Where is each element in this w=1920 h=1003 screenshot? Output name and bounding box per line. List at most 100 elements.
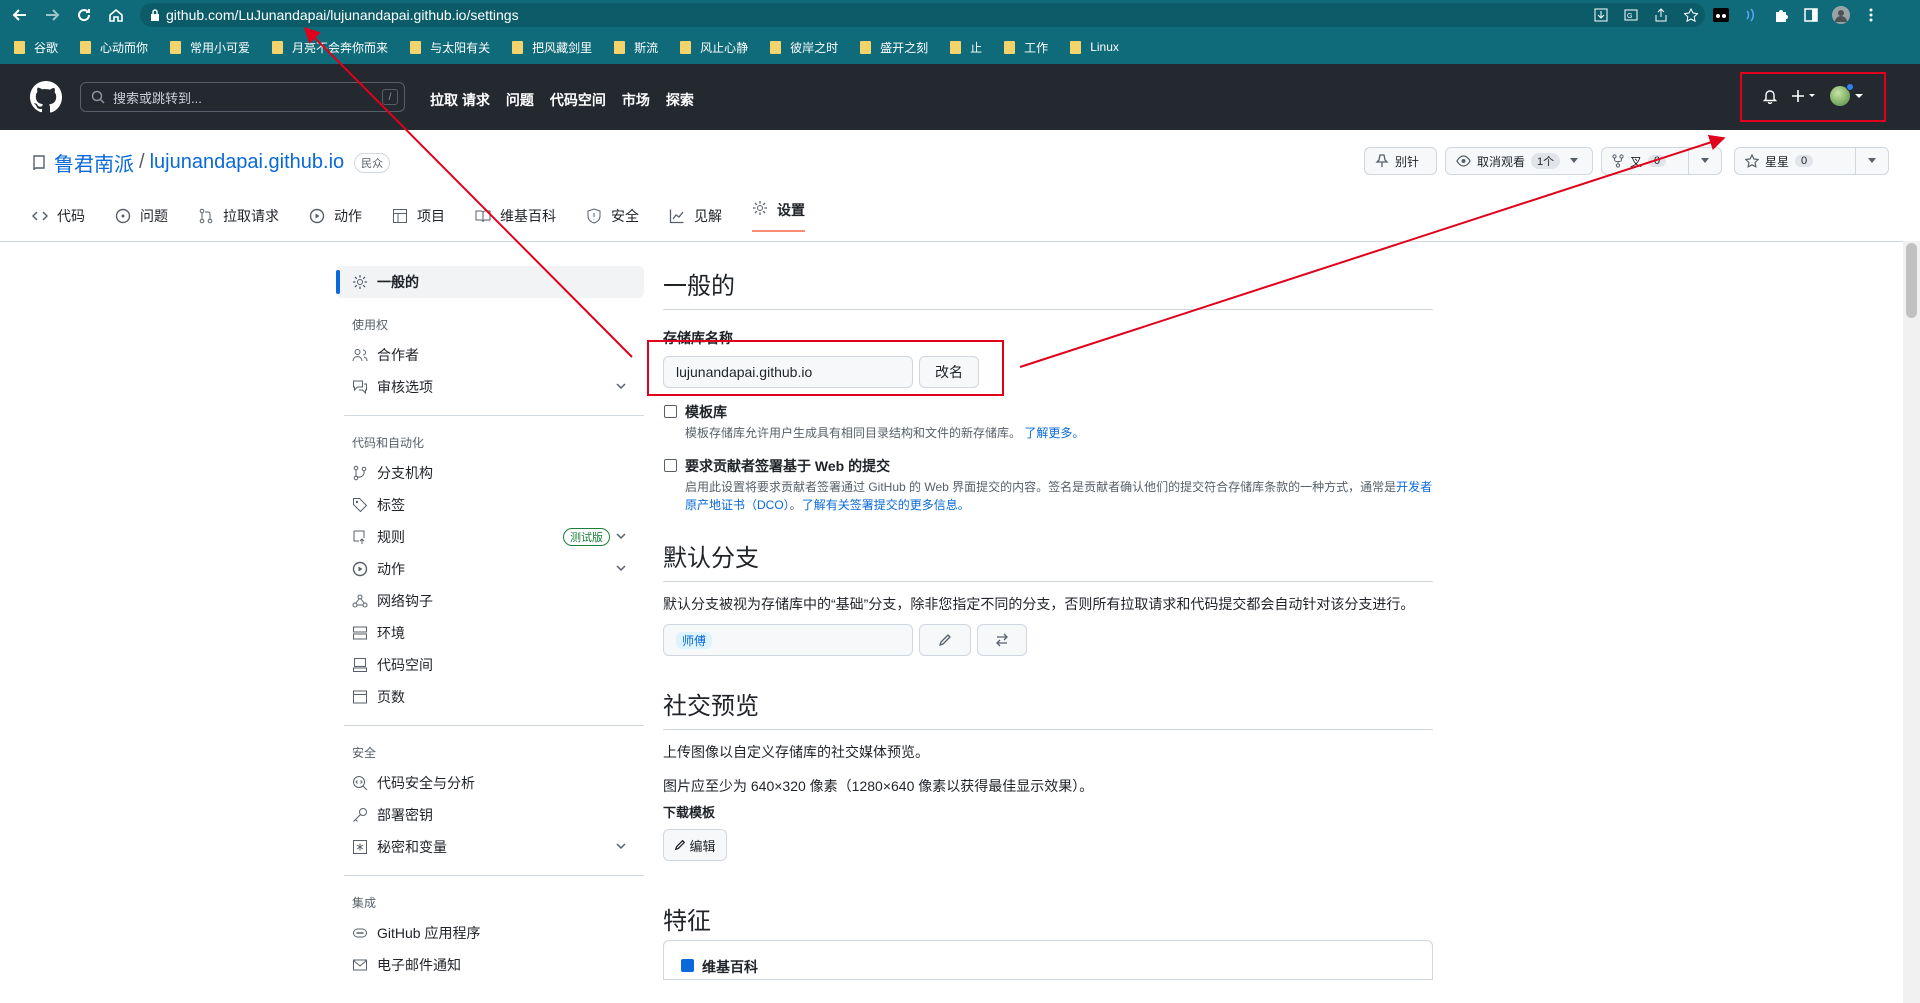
star-dropdown[interactable] bbox=[1855, 147, 1889, 175]
tab-code[interactable]: 代码 bbox=[32, 200, 85, 232]
lock-icon bbox=[150, 9, 160, 21]
bookmark-folder[interactable]: 与太阳有关 bbox=[410, 39, 490, 56]
sidebar-item-github-apps[interactable]: GitHub 应用程序 bbox=[336, 917, 644, 949]
tab-wiki[interactable]: 维基百科 bbox=[475, 200, 556, 232]
bookmark-folder[interactable]: 把风藏剑里 bbox=[512, 39, 592, 56]
star-button[interactable]: 星星 0 bbox=[1734, 147, 1856, 175]
bookmark-folder[interactable]: 彼岸之时 bbox=[770, 39, 838, 56]
watch-button-wrap: 取消观看 1个 bbox=[1445, 147, 1593, 175]
tab-security[interactable]: 安全 bbox=[586, 200, 639, 232]
forward-icon[interactable] bbox=[40, 3, 64, 27]
sidebar-item-moderation[interactable]: 审核选项 bbox=[336, 371, 644, 403]
fork-dropdown[interactable] bbox=[1688, 147, 1722, 175]
repo-separator: / bbox=[139, 151, 145, 173]
bookmark-star-icon[interactable] bbox=[1682, 6, 1700, 24]
sidebar-item-general[interactable]: 一般的 bbox=[336, 266, 644, 298]
chevron-down-icon bbox=[1570, 158, 1579, 164]
default-branch-title: 默认分支 bbox=[663, 538, 1433, 582]
branch-name: 师傅 bbox=[676, 631, 713, 649]
fork-button[interactable]: 叉 0 bbox=[1601, 147, 1689, 175]
repo-owner-link[interactable]: 鲁君南派 bbox=[54, 148, 134, 177]
puzzle-icon[interactable] bbox=[1772, 6, 1790, 24]
tag-icon bbox=[353, 498, 368, 513]
search-icon bbox=[91, 90, 105, 104]
reload-icon[interactable] bbox=[72, 3, 96, 27]
chevron-down-icon bbox=[1701, 158, 1709, 164]
book-icon bbox=[475, 210, 491, 223]
home-icon[interactable] bbox=[104, 3, 128, 27]
bookmark-folder[interactable]: 风止心静 bbox=[680, 39, 748, 56]
tab-settings[interactable]: 设置 bbox=[752, 192, 805, 232]
people-icon bbox=[352, 349, 368, 362]
menu-icon[interactable] bbox=[1862, 6, 1880, 24]
bookmark-folder[interactable]: 月亮不会奔你而来 bbox=[272, 39, 388, 56]
template-checkbox[interactable] bbox=[664, 405, 677, 418]
tab-pull-requests[interactable]: 拉取请求 bbox=[198, 200, 279, 232]
unwatch-button[interactable]: 取消观看 1个 bbox=[1445, 147, 1593, 175]
sidebar-item-secrets[interactable]: 秘密和变量 bbox=[336, 831, 644, 863]
edit-social-button[interactable]: 编辑 bbox=[663, 829, 727, 861]
profile-icon[interactable] bbox=[1832, 6, 1850, 24]
star-icon bbox=[1745, 154, 1759, 168]
sidebar-item-codespaces[interactable]: 代码空间 bbox=[336, 649, 644, 681]
learn-more-link[interactable]: 了解更多。 bbox=[1024, 426, 1084, 440]
bookmark-folder[interactable]: 心动而你 bbox=[80, 39, 148, 56]
switch-branch-button[interactable] bbox=[977, 624, 1027, 656]
general-title: 一般的 bbox=[663, 266, 1433, 310]
download-template-link[interactable]: 下载模板 bbox=[663, 802, 1433, 821]
install-icon[interactable] bbox=[1592, 6, 1610, 24]
sidebar-item-actions[interactable]: 动作 bbox=[336, 553, 644, 585]
bookmark-folder[interactable]: 常用小可爱 bbox=[170, 39, 250, 56]
fork-button-wrap: 叉 0 bbox=[1601, 147, 1722, 175]
nav-codespaces[interactable]: 代码空间 bbox=[550, 90, 606, 110]
tab-projects[interactable]: 项目 bbox=[392, 200, 445, 232]
tab-issues[interactable]: 问题 bbox=[115, 200, 168, 232]
nav-marketplace[interactable]: 市场 bbox=[622, 90, 650, 110]
repo-name-link[interactable]: lujunandapai.github.io bbox=[150, 151, 345, 174]
sidebar-item-tags[interactable]: 标签 bbox=[336, 489, 644, 521]
sidebar-item-email-notifications[interactable]: 电子邮件通知 bbox=[336, 949, 644, 981]
share-icon[interactable] bbox=[1652, 6, 1670, 24]
extension-wave-icon[interactable] bbox=[1742, 6, 1760, 24]
signoff-checkbox[interactable] bbox=[664, 459, 677, 472]
bookmark-folder[interactable]: 盛开之刻 bbox=[860, 39, 928, 56]
pin-icon bbox=[1375, 154, 1389, 168]
sidebar-heading: 安全 bbox=[352, 746, 377, 760]
sidebar-item-webhooks[interactable]: 网络钩子 bbox=[336, 585, 644, 617]
translate-icon[interactable]: G bbox=[1622, 6, 1640, 24]
nav-pull-requests[interactable]: 拉取 请求 bbox=[430, 90, 490, 110]
sidebar-item-environments[interactable]: 环境 bbox=[336, 617, 644, 649]
sidebar-item-rules[interactable]: 规则 测试版 bbox=[336, 521, 644, 553]
signoff-learn-link[interactable]: 了解有关签署提交的更多信息。 bbox=[802, 498, 970, 512]
bookmark-folder[interactable]: 谷歌 bbox=[14, 39, 58, 56]
sidebar-item-collaborators[interactable]: 合作者 bbox=[336, 339, 644, 371]
sidebar-item-code-security[interactable]: 代码安全与分析 bbox=[336, 767, 644, 799]
sidepanel-icon[interactable] bbox=[1802, 6, 1820, 24]
git-branch-icon bbox=[353, 465, 367, 481]
nav-explore[interactable]: 探索 bbox=[666, 90, 694, 110]
folder-icon bbox=[950, 40, 962, 54]
back-icon[interactable] bbox=[8, 3, 32, 27]
bookmark-folder[interactable]: 止 bbox=[950, 39, 982, 56]
extension-glasses-icon[interactable] bbox=[1712, 6, 1730, 24]
scrollbar-thumb[interactable] bbox=[1906, 243, 1917, 318]
tab-actions[interactable]: 动作 bbox=[309, 200, 362, 232]
address-bar[interactable]: github.com/LuJunandapai/lujunandapai.git… bbox=[140, 3, 1705, 27]
page-scrollbar[interactable] bbox=[1903, 241, 1920, 1003]
sidebar-item-deploy-keys[interactable]: 部署密钥 bbox=[336, 799, 644, 831]
github-logo-icon[interactable] bbox=[30, 81, 62, 113]
pull-request-icon bbox=[199, 208, 213, 224]
wiki-checkbox[interactable] bbox=[681, 959, 694, 972]
pin-button[interactable]: 别针 bbox=[1364, 147, 1437, 175]
sidebar-item-pages[interactable]: 页数 bbox=[336, 681, 644, 713]
gear-icon bbox=[353, 275, 367, 289]
sidebar-item-branches[interactable]: 分支机构 bbox=[336, 457, 644, 489]
edit-branch-button[interactable] bbox=[919, 624, 971, 656]
eye-icon bbox=[1456, 155, 1471, 167]
bookmark-folder[interactable]: 工作 bbox=[1004, 39, 1048, 56]
search-input[interactable]: 搜索或跳转到... / bbox=[80, 82, 405, 112]
bookmark-folder[interactable]: Linux bbox=[1070, 40, 1119, 54]
nav-issues[interactable]: 问题 bbox=[506, 90, 534, 110]
tab-insights[interactable]: 见解 bbox=[669, 200, 722, 232]
bookmark-folder[interactable]: 斯流 bbox=[614, 39, 658, 56]
